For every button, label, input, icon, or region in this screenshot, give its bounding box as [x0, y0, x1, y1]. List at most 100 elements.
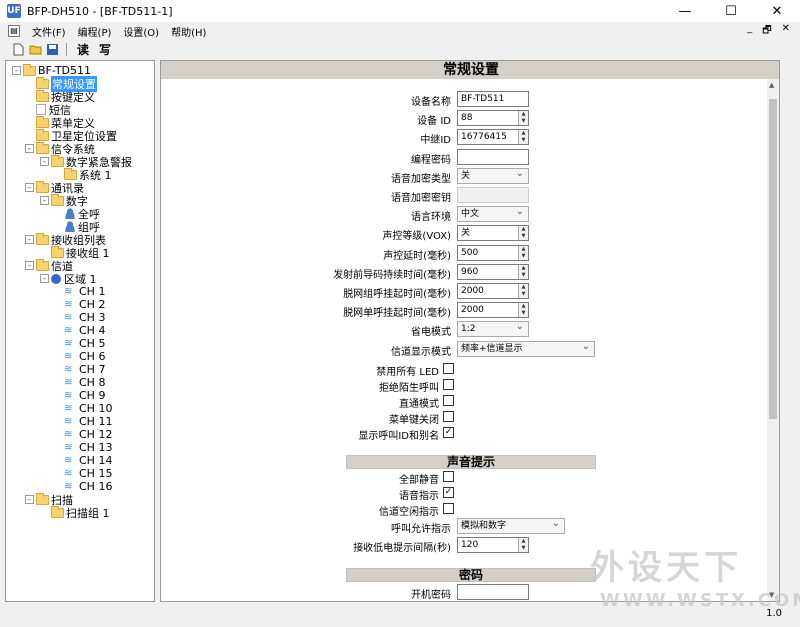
- tree-node[interactable]: ≋ CH 12: [53, 428, 112, 441]
- text-input[interactable]: [457, 584, 529, 600]
- tree-collapse-icon[interactable]: -: [25, 261, 34, 270]
- minimize-button[interactable]: —: [662, 0, 708, 22]
- spin-arrows-icon[interactable]: ▲ ▼: [518, 130, 528, 145]
- field-label: 设备 ID: [417, 116, 451, 128]
- form-row: 语音加密类型关: [161, 167, 779, 185]
- mdi-minimize-button[interactable]: _: [747, 23, 752, 40]
- scroll-up-icon[interactable]: ▲: [769, 81, 774, 89]
- spin-arrows-icon[interactable]: ▲ ▼: [518, 538, 528, 552]
- text-input[interactable]: [457, 187, 529, 203]
- tree-collapse-icon[interactable]: -: [12, 66, 21, 75]
- tree-node[interactable]: ≋ CH 10: [53, 402, 112, 415]
- wifi-icon: ≋: [64, 454, 73, 466]
- dropdown-select[interactable]: 关: [457, 167, 529, 184]
- spin-arrows-icon[interactable]: ▲ ▼: [518, 264, 528, 279]
- write-button[interactable]: 写: [99, 41, 111, 58]
- field-label: 语言环境: [411, 212, 451, 224]
- tree-node[interactable]: ≋ CH 7: [53, 363, 105, 376]
- tree-collapse-icon[interactable]: -: [25, 183, 34, 192]
- spin-input[interactable]: 2000 ▲ ▼: [457, 302, 529, 319]
- spin-input[interactable]: 500 ▲ ▼: [457, 244, 529, 261]
- checkbox[interactable]: [443, 395, 454, 406]
- new-file-icon[interactable]: [12, 43, 25, 56]
- spin-arrows-icon[interactable]: ▲ ▼: [518, 284, 528, 298]
- document-icon[interactable]: ▤: [8, 25, 20, 37]
- wifi-icon: ≋: [64, 376, 73, 388]
- menu-settings[interactable]: 设置(O): [117, 24, 165, 39]
- tree-node-label: CH 16: [79, 480, 113, 493]
- tree-collapse-icon[interactable]: -: [40, 157, 49, 166]
- spin-input[interactable]: 关 ▲ ▼: [457, 225, 529, 242]
- tree-node[interactable]: ≋ CH 15: [53, 467, 112, 480]
- checkbox[interactable]: [443, 379, 454, 390]
- menu-program[interactable]: 编程(P): [72, 24, 118, 39]
- read-button[interactable]: 读: [77, 41, 89, 58]
- close-button[interactable]: ✕: [754, 0, 800, 22]
- tree-node[interactable]: ≋ CH 2: [53, 298, 105, 311]
- spin-arrows-icon[interactable]: ▲ ▼: [518, 111, 528, 126]
- tree-collapse-icon[interactable]: -: [40, 274, 49, 283]
- tree-node[interactable]: ≋ CH 4: [53, 324, 105, 337]
- tree-node[interactable]: 扫描组 1: [40, 505, 110, 520]
- spin-arrows-icon[interactable]: ▲ ▼: [518, 245, 528, 260]
- dropdown-select[interactable]: 频率+信道显示: [457, 340, 595, 357]
- spin-input[interactable]: 16776415 ▲ ▼: [457, 129, 529, 146]
- text-input[interactable]: [457, 148, 529, 165]
- checkbox[interactable]: [443, 471, 454, 482]
- open-folder-icon[interactable]: [29, 43, 42, 56]
- spin-value: 2000: [461, 305, 484, 316]
- tree-node[interactable]: ≋ CH 6: [53, 350, 105, 363]
- checkbox[interactable]: ✓: [443, 487, 454, 498]
- tree-collapse-icon[interactable]: -: [25, 144, 34, 153]
- wifi-icon: ≋: [64, 480, 73, 492]
- person-icon: [64, 208, 76, 219]
- spin-input[interactable]: 88 ▲ ▼: [457, 110, 529, 127]
- tree-node[interactable]: ≋ CH 1: [53, 285, 105, 298]
- checkbox[interactable]: [443, 363, 454, 374]
- tree-node[interactable]: ≋ CH 11: [53, 415, 112, 428]
- dropdown-select[interactable]: 模拟和数字: [457, 517, 565, 534]
- checkbox[interactable]: [443, 411, 454, 422]
- tree-node-label: 扫描组 1: [66, 506, 110, 520]
- form-row: 编程密码: [161, 148, 779, 166]
- spin-input[interactable]: 2000 ▲ ▼: [457, 283, 529, 299]
- vertical-scrollbar[interactable]: ▲ ▼: [767, 79, 779, 601]
- tree-node[interactable]: - 区域 1: [40, 272, 97, 286]
- tree-node[interactable]: ≋ CH 14: [53, 454, 112, 467]
- checkbox[interactable]: ✓: [443, 427, 454, 438]
- tree-collapse-icon[interactable]: -: [25, 495, 34, 504]
- spin-arrows-icon[interactable]: ▲ ▼: [518, 303, 528, 318]
- dropdown-select[interactable]: 中文: [457, 205, 529, 223]
- form-row: 语音加密密钥: [161, 186, 779, 204]
- wifi-icon: ≋: [64, 298, 73, 310]
- toolbar-separator: [66, 42, 67, 56]
- window-title: BFP-DH510 - [BF-TD511-1]: [27, 4, 173, 18]
- folder-icon: [36, 492, 49, 505]
- tree-node[interactable]: ≋ CH 8: [53, 376, 105, 389]
- doc-icon: [36, 104, 46, 115]
- tree-collapse-icon[interactable]: -: [40, 196, 49, 205]
- mdi-close-button[interactable]: ✕: [782, 23, 790, 40]
- spin-arrows-icon[interactable]: ▲ ▼: [518, 226, 528, 241]
- form-row: 信道显示模式 频率+信道显示: [161, 340, 779, 358]
- tree-node[interactable]: ≋ CH 3: [53, 311, 105, 324]
- scrollbar-thumb[interactable]: [769, 99, 777, 419]
- tree-collapse-icon[interactable]: -: [25, 235, 34, 244]
- spin-input[interactable]: 120 ▲ ▼: [457, 537, 529, 553]
- save-icon[interactable]: [46, 43, 59, 56]
- maximize-button[interactable]: ☐: [708, 0, 754, 22]
- spin-input[interactable]: 960 ▲ ▼: [457, 263, 529, 280]
- tree-node[interactable]: ≋ CH 13: [53, 441, 112, 454]
- form-row: 脱网单呼挂起时间(毫秒) 2000 ▲ ▼: [161, 301, 779, 319]
- mdi-restore-button[interactable]: 🗗: [762, 23, 771, 40]
- menu-help[interactable]: 帮助(H): [165, 24, 212, 39]
- dropdown-select[interactable]: 1:2: [457, 320, 529, 338]
- field-label: 语音加密密钥: [391, 193, 451, 204]
- tree-node-label: CH 3: [79, 311, 106, 324]
- wifi-icon: ≋: [64, 285, 73, 297]
- tree-node[interactable]: ≋ CH 9: [53, 389, 105, 402]
- tree-node[interactable]: ≋ CH 5: [53, 337, 105, 350]
- checkbox[interactable]: [443, 503, 454, 514]
- menu-file[interactable]: 文件(F): [26, 24, 72, 39]
- text-input[interactable]: BF-TD511: [457, 91, 529, 107]
